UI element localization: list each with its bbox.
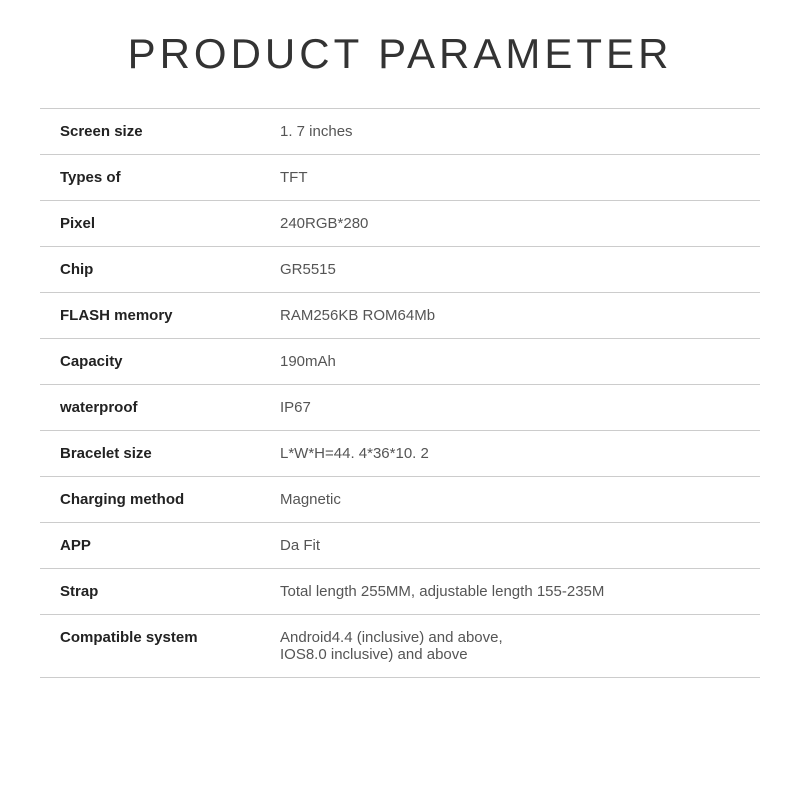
table-row: Screen size1. 7 inches [40, 109, 760, 155]
param-value: 190mAh [260, 339, 760, 385]
param-value: Da Fit [260, 523, 760, 569]
param-label: Bracelet size [40, 431, 260, 477]
param-value: 1. 7 inches [260, 109, 760, 155]
product-parameters-table: Screen size1. 7 inchesTypes ofTFTPixel24… [40, 108, 760, 678]
table-row: StrapTotal length 255MM, adjustable leng… [40, 569, 760, 615]
param-value: Android4.4 (inclusive) and above,IOS8.0 … [260, 615, 760, 678]
table-row: APPDa Fit [40, 523, 760, 569]
table-row: waterproofIP67 [40, 385, 760, 431]
table-row: Compatible systemAndroid4.4 (inclusive) … [40, 615, 760, 678]
param-label: APP [40, 523, 260, 569]
param-value: IP67 [260, 385, 760, 431]
table-row: ChipGR5515 [40, 247, 760, 293]
param-value: Total length 255MM, adjustable length 15… [260, 569, 760, 615]
table-row: FLASH memoryRAM256KB ROM64Mb [40, 293, 760, 339]
param-label: Charging method [40, 477, 260, 523]
param-label: Types of [40, 155, 260, 201]
param-label: Screen size [40, 109, 260, 155]
table-row: Bracelet sizeL*W*H=44. 4*36*10. 2 [40, 431, 760, 477]
param-value: RAM256KB ROM64Mb [260, 293, 760, 339]
param-value: TFT [260, 155, 760, 201]
param-label: Strap [40, 569, 260, 615]
param-label: Capacity [40, 339, 260, 385]
param-value: Magnetic [260, 477, 760, 523]
param-label: Pixel [40, 201, 260, 247]
param-value: L*W*H=44. 4*36*10. 2 [260, 431, 760, 477]
page-title: PRODUCT PARAMETER [128, 30, 673, 78]
table-row: Types ofTFT [40, 155, 760, 201]
param-label: waterproof [40, 385, 260, 431]
table-row: Capacity190mAh [40, 339, 760, 385]
table-row: Charging methodMagnetic [40, 477, 760, 523]
param-value: GR5515 [260, 247, 760, 293]
param-value: 240RGB*280 [260, 201, 760, 247]
param-label: Chip [40, 247, 260, 293]
param-label: FLASH memory [40, 293, 260, 339]
param-label: Compatible system [40, 615, 260, 678]
table-row: Pixel240RGB*280 [40, 201, 760, 247]
